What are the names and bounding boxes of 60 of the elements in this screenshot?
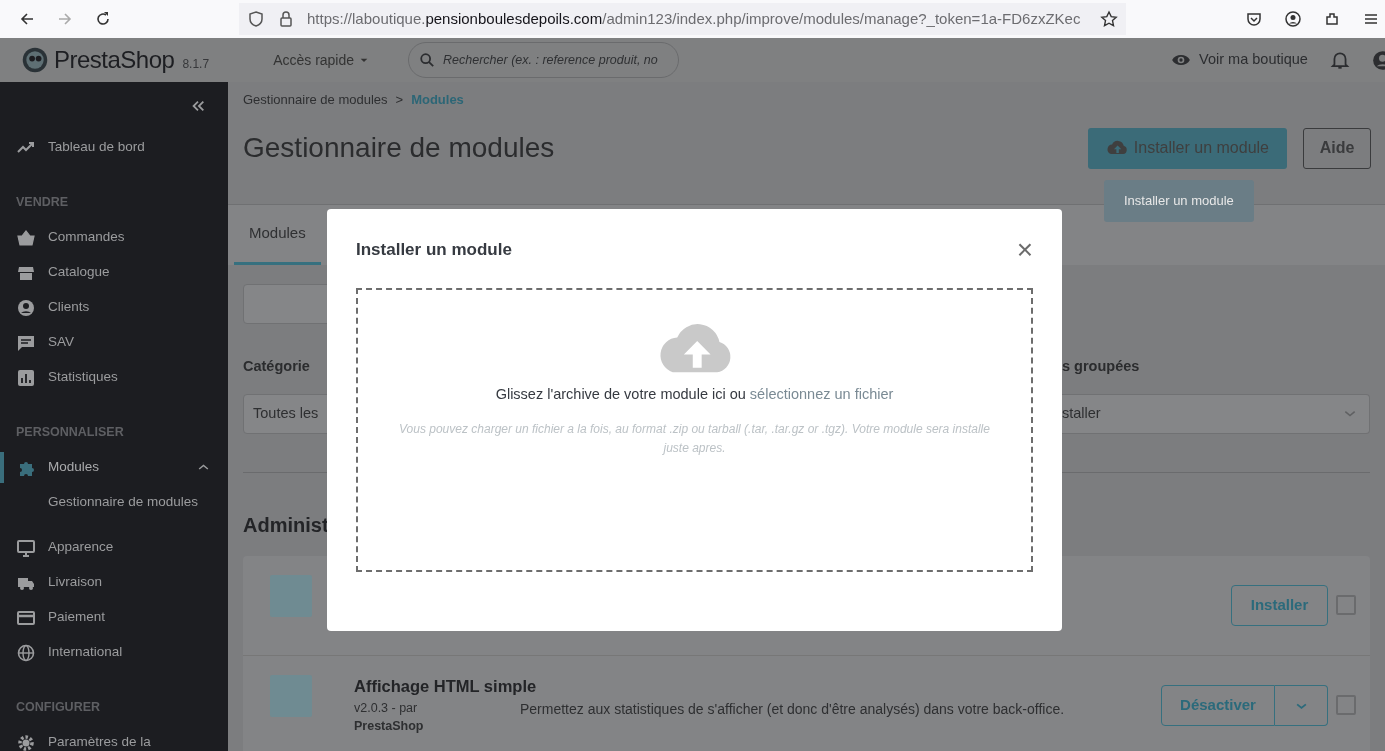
sidebar-item[interactable]: Paiement [0, 600, 228, 635]
bar-chart-icon [17, 368, 35, 387]
checkbox[interactable] [1336, 595, 1356, 616]
sidebar-section-title: PERSONNALISER [15, 424, 125, 442]
sidebar-item[interactable]: Catalogue [0, 255, 228, 290]
close-button[interactable]: × [1016, 236, 1033, 264]
drop-zone[interactable]: Glissez l'archive de votre module ici ou sélectionnez un fichier Vous pouvez charger un fichier a la fois, au format .zip ou tarball (.tar, .tar.gz or .tgz). Votre module sera installe juste apres. [356, 288, 1033, 572]
section-title: Administ [243, 512, 330, 538]
account-icon[interactable] [1284, 10, 1302, 28]
sidebar-item[interactable]: Tableau de bord [0, 130, 228, 165]
modal-title: Installer un module [356, 239, 512, 261]
quick-access-menu[interactable]: Accès rapide [273, 49, 371, 71]
sidebar-item[interactable]: Statistiques [0, 360, 228, 395]
sidebar-item[interactable]: Paramètres de la [0, 725, 228, 751]
filter-label: Catégorie [243, 357, 311, 376]
tooltip: Installer un module [1104, 180, 1254, 222]
sidebar-section-title: CONFIGURER [15, 699, 102, 717]
module-description: Permettez aux statistiques de s'afficher (et donc d'être analysés) dans votre back-office. [520, 699, 1066, 719]
brand-name: PrestaShop [54, 45, 175, 75]
sidebar-item[interactable]: Commandes [0, 220, 228, 255]
lock-icon[interactable] [277, 10, 295, 28]
module-author: PrestaShop [354, 718, 425, 736]
logo-icon [22, 47, 48, 73]
module-version: v2.0.3 - par [354, 699, 419, 717]
filter-label: s groupées [1062, 357, 1141, 376]
sidebar-section-title: VENDRE [15, 194, 70, 212]
basket-icon [17, 228, 35, 247]
collapse-icon[interactable] [190, 98, 206, 114]
view-shop-link[interactable]: Voir ma boutique [1171, 49, 1308, 71]
module-title: Affichage HTML simple [354, 675, 537, 697]
sidebar-item[interactable]: Livraison [0, 565, 228, 600]
dropdown-toggle-button[interactable] [1275, 684, 1328, 726]
checkbox[interactable] [1336, 695, 1356, 716]
notification-bell-icon[interactable] [1329, 50, 1350, 70]
tab[interactable]: Modules [234, 205, 321, 265]
page-title: Gestionnaire de modules [243, 131, 556, 165]
sidebar-item[interactable]: Clients [0, 290, 228, 325]
sidebar-item[interactable]: SAV [0, 325, 228, 360]
credit-card-icon [17, 608, 35, 627]
pocket-icon[interactable] [1245, 10, 1263, 28]
breadcrumb: Gestionnaire de modules > Modules [243, 91, 465, 109]
chat-icon [17, 333, 35, 352]
upload-hint: Vous pouvez charger un fichier a la fois, au format .zip ou tarball (.tar, .tar.gz or .tgz). Votre module sera installe juste apres. [398, 420, 991, 457]
drop-instructions: Glissez l'archive de votre module ici ou sélectionnez un fichier [495, 385, 894, 404]
bulk-action-select[interactable]: staller [1062, 393, 1370, 434]
sidebar-item[interactable]: Modules [0, 450, 228, 485]
sidebar-subitem[interactable]: Gestionnaire de modules [0, 485, 228, 520]
gear-icon [17, 733, 35, 751]
monitor-icon [17, 538, 35, 557]
globe-icon [17, 643, 35, 662]
shield-icon[interactable] [247, 10, 265, 28]
person-icon [17, 298, 35, 317]
reload-icon[interactable] [94, 10, 112, 28]
star-icon[interactable] [1100, 10, 1118, 28]
search-icon [419, 52, 436, 68]
sidebar-item[interactable]: International [0, 635, 228, 670]
select-file-link[interactable]: sélectionnez un fichier [749, 386, 894, 402]
sidebar-item[interactable]: Apparence [0, 530, 228, 565]
search-field[interactable]: Rechercher (ex. : reference produit, no [408, 42, 680, 78]
version-label: 8.1.7 [182, 56, 210, 73]
